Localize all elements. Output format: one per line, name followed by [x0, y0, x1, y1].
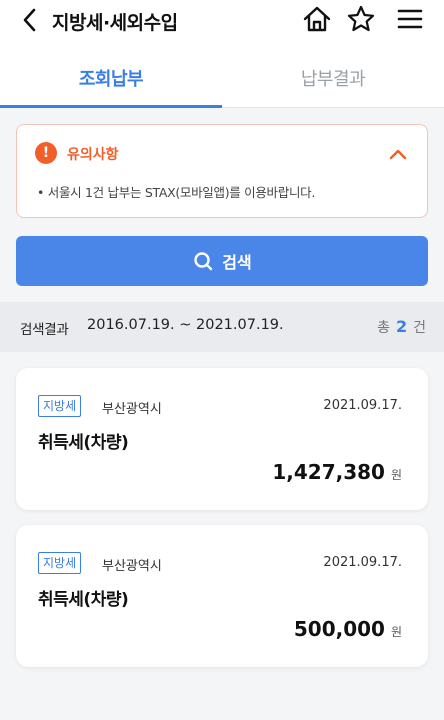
menu-button[interactable] [393, 2, 427, 36]
tax-region: 부산광역시 [102, 402, 162, 417]
tax-type-tag: 지방세 [38, 395, 82, 417]
search-button[interactable]: 검색 [16, 236, 428, 286]
back-icon [23, 8, 36, 32]
notice-collapse-button[interactable] [387, 143, 409, 165]
tax-type-tag: 지방세 [38, 552, 82, 574]
star-icon [347, 5, 375, 32]
tax-amount-group: 500,000 원 [294, 617, 402, 641]
tab-inquiry-payment[interactable]: 조회납부 [0, 56, 222, 108]
search-icon [192, 250, 214, 272]
notice-title: 유의사항 [67, 147, 119, 163]
tax-item-card[interactable]: 지방세 부산광역시 2021.09.17. 취득세(차량) 1,427,380 … [16, 368, 428, 510]
notice-text: • 서울시 1건 납부는 STAX(모바일앱)를 이용바랍니다. [37, 185, 316, 200]
notice-box: ! 유의사항 • 서울시 1건 납부는 STAX(모바일앱)를 이용바랍니다. [16, 124, 428, 218]
home-icon [303, 6, 331, 32]
tax-date: 2021.09.17. [323, 398, 402, 413]
chevron-up-icon [389, 149, 407, 160]
favorite-button[interactable] [344, 2, 378, 36]
result-label: 검색결과 [20, 322, 69, 338]
result-summary-bar: 검색결과 2016.07.19. ~ 2021.07.19. 총2건 [0, 302, 444, 352]
tax-amount: 500,000 [293, 617, 385, 641]
back-button[interactable] [18, 8, 42, 32]
result-count-suffix: 건 [413, 320, 426, 336]
result-date-range: 2016.07.19. ~ 2021.07.19. [87, 317, 284, 333]
currency-unit: 원 [390, 468, 402, 482]
search-button-label: 검색 [222, 253, 252, 272]
alert-icon: ! [35, 142, 57, 164]
result-count: 총2건 [377, 317, 426, 337]
result-count-number: 2 [395, 317, 408, 336]
result-count-prefix: 총 [377, 320, 390, 336]
currency-unit: 원 [390, 625, 402, 639]
menu-icon [397, 9, 423, 29]
page-title: 지방세·세외수입 [52, 12, 178, 34]
tax-date: 2021.09.17. [323, 555, 402, 570]
tax-item-card[interactable]: 지방세 부산광역시 2021.09.17. 취득세(차량) 500,000 원 [16, 525, 428, 667]
home-button[interactable] [300, 2, 334, 36]
tab-bar: 조회납부 납부결과 [0, 56, 444, 108]
tax-amount: 1,427,380 [272, 460, 385, 484]
tab-payment-result[interactable]: 납부결과 [222, 56, 444, 108]
tax-name: 취득세(차량) [38, 433, 129, 453]
top-bar: 지방세·세외수입 [0, 0, 444, 56]
tax-region: 부산광역시 [102, 559, 162, 574]
tax-name: 취득세(차량) [38, 590, 129, 610]
tax-amount-group: 1,427,380 원 [272, 460, 402, 484]
